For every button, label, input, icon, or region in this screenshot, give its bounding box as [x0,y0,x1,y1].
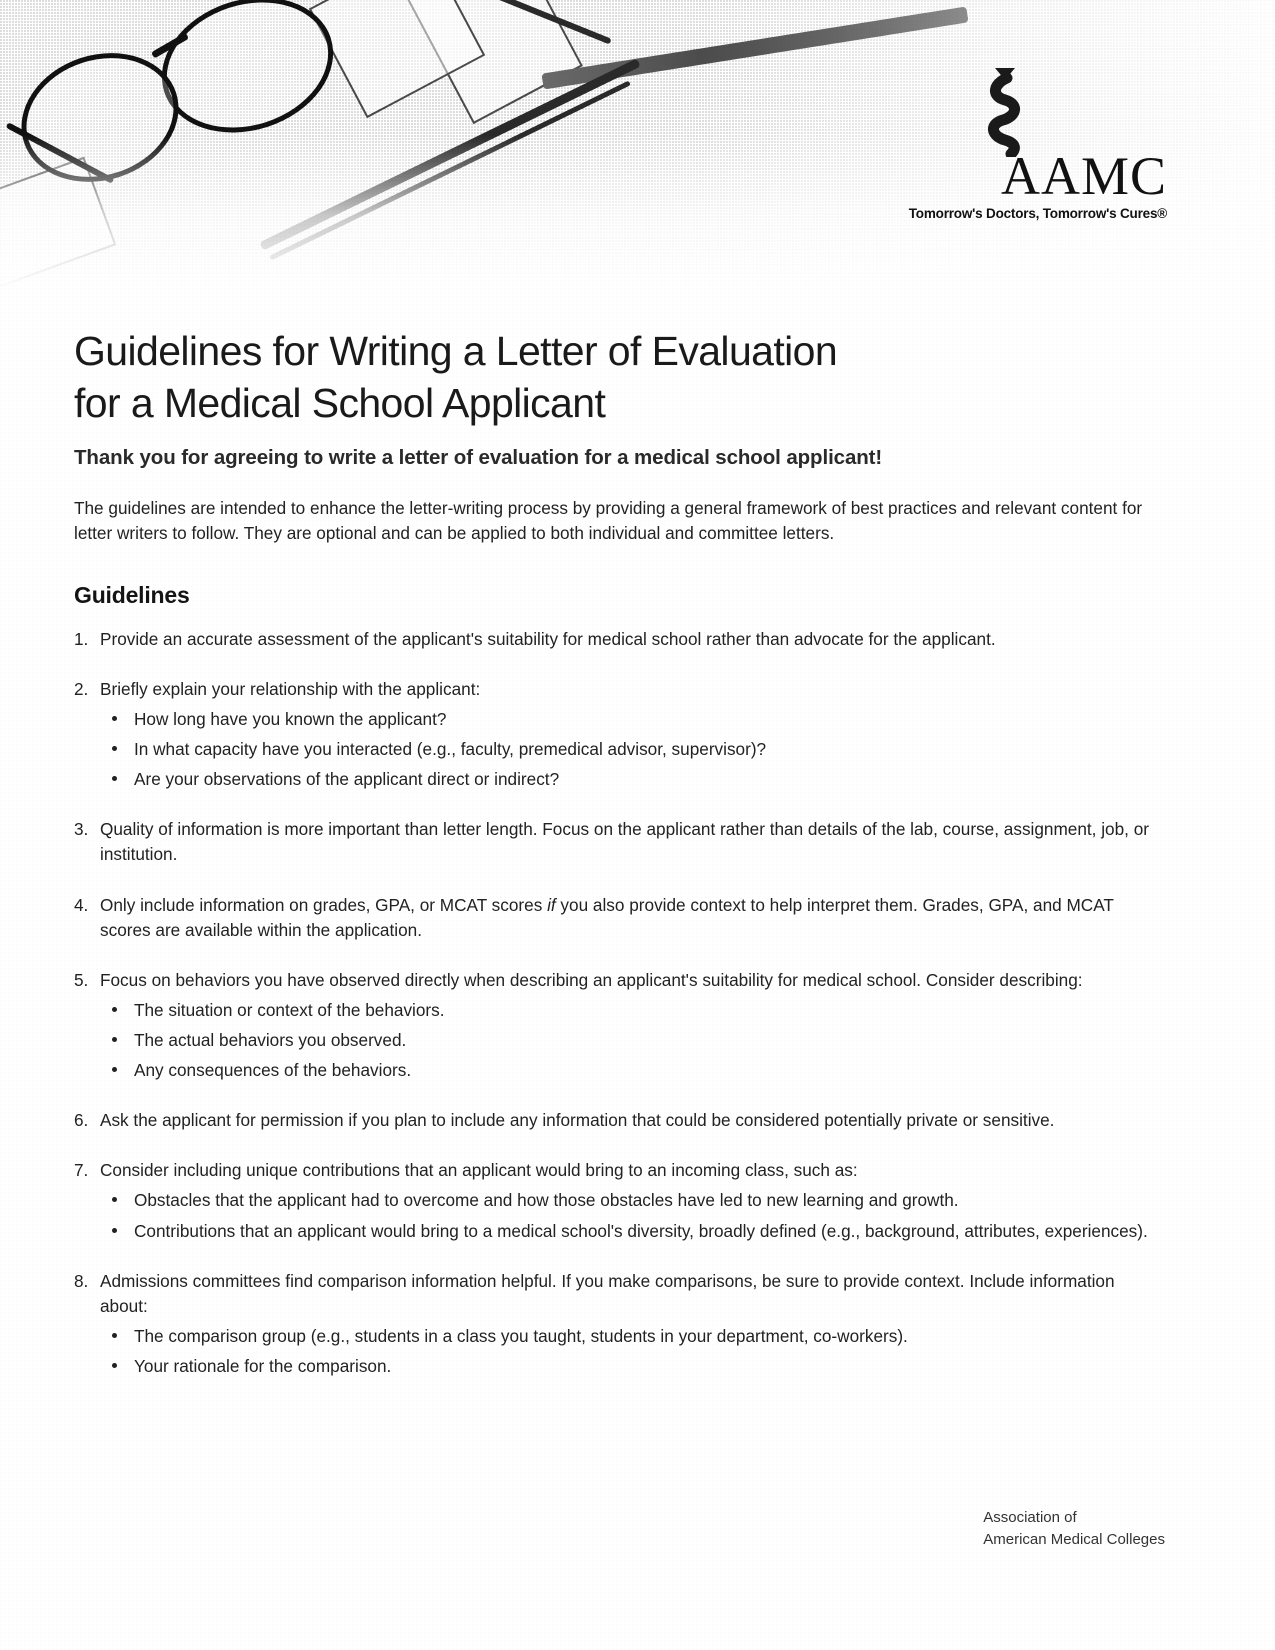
guideline-item: 6. Ask the applicant for permission if y… [74,1108,1154,1133]
guideline-item: 1. Provide an accurate assessment of the… [74,627,1154,652]
list-item-label: Obstacles that the applicant had to over… [134,1190,959,1211]
guideline-text: Focus on behaviors you have observed dir… [100,969,1083,990]
intro-paragraph: The guidelines are intended to enhance t… [74,497,1143,543]
list-item-label: In what capacity have you interacted (e.… [134,739,767,760]
list-item: The actual behaviors you observed. [100,1028,1154,1053]
list-item: Obstacles that the applicant had to over… [100,1188,1154,1213]
list-item: In what capacity have you interacted (e.… [100,737,1154,762]
guideline-number: 4. [74,894,89,915]
guideline-text: Admissions committees find comparison in… [100,1270,1115,1316]
guidelines-list: 1. Provide an accurate assessment of the… [74,627,1154,1379]
guideline-item: 4. Only include information on grades, G… [74,893,1154,943]
document-body: Guidelines for Writing a Letter of Evalu… [74,325,1154,1404]
list-item-label: The actual behaviors you observed. [134,1030,407,1051]
guideline-sub-list: How long have you known the applicant? I… [100,707,1154,792]
page-title-line-1: Guidelines for Writing a Letter of Evalu… [74,328,838,374]
serpent-rod-icon [975,62,1035,160]
guideline-text: Only include information on grades, GPA,… [100,893,1154,943]
bullet-icon [112,1006,117,1012]
aamc-wordmark: AAMC [1000,146,1167,206]
guideline-item: 5. Focus on behaviors you have observed … [74,968,1154,1083]
guideline-number: 8. [74,1270,89,1291]
guideline-number: 6. [74,1110,89,1131]
guideline-item: 7. Consider including unique contributio… [74,1158,1154,1243]
list-item-label: How long have you known the applicant? [134,709,447,730]
section-heading-guidelines: Guidelines [74,581,190,608]
list-item-label: Contributions that an applicant would br… [134,1220,1148,1241]
guideline-emphasis: if [547,894,556,915]
guideline-text-part: Only include information on grades, GPA,… [100,894,548,915]
list-item-label: Your rationale for the comparison. [134,1356,392,1376]
guideline-item: 3. Quality of information is more import… [74,817,1154,867]
bullet-icon [112,1363,117,1368]
page-title-line-2: for a Medical School Applicant [74,380,606,427]
footer-line-1: Association of [983,1509,1077,1527]
aamc-tagline: Tomorrow's Doctors, Tomorrow's Cures® [908,206,1167,222]
bullet-icon [112,1197,117,1203]
list-item-label: Are your observations of the applicant d… [134,769,560,790]
aamc-logo: AAMC Tomorrow's Doctors, Tomorrow's Cure… [897,62,1167,221]
bullet-icon [112,1227,117,1233]
guideline-number: 7. [74,1160,89,1181]
list-item-label: The situation or context of the behavior… [134,999,445,1020]
list-item: The comparison group (e.g., students in … [100,1324,1154,1349]
bullet-icon [112,1332,117,1338]
list-item: Contributions that an applicant would br… [100,1219,1154,1244]
guideline-item: 2. Briefly explain your relationship wit… [74,677,1154,792]
guideline-sub-list: The comparison group (e.g., students in … [100,1324,1154,1379]
guideline-number: 5. [74,969,89,990]
guideline-text: Briefly explain your relationship with t… [100,678,481,699]
list-item-label: The comparison group (e.g., students in … [134,1325,908,1346]
bullet-icon [112,776,117,782]
list-item: Your rationale for the comparison. [100,1354,1154,1379]
guideline-item: 8. Admissions committees find comparison… [74,1269,1154,1379]
guideline-number: 3. [74,819,89,840]
list-item: How long have you known the applicant? [100,707,1154,732]
guideline-sub-list: Obstacles that the applicant had to over… [100,1188,1154,1243]
bullet-icon [112,1037,117,1043]
bullet-icon [112,1067,117,1073]
guideline-text: Consider including unique contributions … [100,1160,858,1181]
guideline-number: 1. [74,628,89,649]
page-title: Guidelines for Writing a Letter of Evalu… [74,325,1154,430]
guideline-number: 2. [74,678,89,699]
guideline-text: Quality of information is more important… [100,819,1149,865]
list-item: Are your observations of the applicant d… [100,767,1154,792]
footer-line-2: American Medical Colleges [983,1530,1165,1548]
guideline-sub-list: The situation or context of the behavior… [100,998,1154,1083]
guideline-text: Provide an accurate assessment of the ap… [100,628,996,649]
page-subtitle: Thank you for agreeing to write a letter… [74,445,883,469]
guideline-text: Ask the applicant for permission if you … [100,1110,1055,1131]
bullet-icon [112,746,117,752]
list-item-label: Any consequences of the behaviors. [134,1060,412,1081]
bullet-icon [112,716,117,722]
footer-organization: Association of American Medical Colleges [983,1507,1165,1550]
list-item: Any consequences of the behaviors. [100,1058,1154,1083]
list-item: The situation or context of the behavior… [100,998,1154,1023]
